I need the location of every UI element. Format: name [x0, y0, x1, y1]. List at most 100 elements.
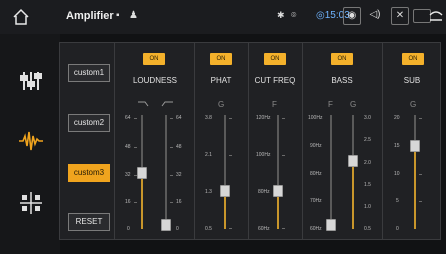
phat-tick: 1.3	[205, 189, 212, 195]
location-icon: ⌾	[291, 10, 297, 20]
bass-gain-tick: 1.0	[364, 204, 371, 210]
bass-gain-fill	[352, 161, 354, 229]
bass-gain-tick: 1.5	[364, 182, 371, 188]
equalizer-sliders-icon[interactable]	[18, 68, 44, 94]
scale-mark	[282, 228, 285, 229]
loudness-on-button[interactable]: ON	[143, 53, 165, 65]
loudness-tick: 48	[125, 144, 131, 150]
loudness-tick: 0	[127, 226, 130, 232]
message-icon: ▪	[116, 10, 120, 21]
cutfreq-tick: 60Hz	[258, 226, 270, 232]
android-icon: ♟	[129, 10, 138, 21]
phat-tick: 0.5	[205, 226, 212, 232]
scale-mark	[419, 118, 422, 119]
divider	[382, 43, 383, 239]
divider	[302, 43, 303, 239]
bass-on-button[interactable]: ON	[331, 53, 353, 65]
divider	[248, 43, 249, 239]
loudness-tick: 64	[176, 115, 182, 121]
phat-gain-label: G	[218, 100, 225, 109]
sub-on-button[interactable]: ON	[402, 53, 424, 65]
bass-title: BASS	[331, 76, 353, 85]
preset-custom3-button[interactable]: custom3	[68, 164, 110, 182]
scale-mark	[282, 155, 285, 156]
top-bar: Amplifier ▪ ♟ ✱ ⌾ ◎15:03 ◉ ◁) ✕	[0, 0, 446, 34]
phat-tick: 2.1	[205, 152, 212, 158]
bass-gain-tick: 3.0	[364, 115, 371, 121]
loudness-tick: 32	[125, 172, 131, 178]
bass-gain-slider-thumb[interactable]	[348, 155, 358, 167]
phat-on-button[interactable]: ON	[210, 53, 232, 65]
app-title: Amplifier	[66, 10, 114, 22]
bass-gain-label: G	[350, 100, 357, 109]
cutfreq-tick: 100Hz	[256, 152, 271, 158]
bass-frequency-label: F	[328, 100, 333, 109]
cutfreq-tick: 80Hz	[258, 189, 270, 195]
preset-custom2-button[interactable]: custom2	[68, 114, 110, 132]
sub-tick: 10	[394, 171, 400, 177]
bass-freq-tick: 80Hz	[310, 171, 322, 177]
sub-tick: 0	[396, 226, 399, 232]
phat-slider-thumb[interactable]	[220, 185, 230, 197]
scale-mark	[134, 175, 137, 176]
bluetooth-icon: ✱	[277, 10, 285, 20]
bass-freq-tick: 70Hz	[310, 198, 322, 204]
volume-icon[interactable]: ◁)	[366, 7, 384, 25]
sub-tick: 20	[394, 115, 400, 121]
cutfreq-title: CUT FREQ	[254, 76, 296, 85]
preset-custom1-button[interactable]: custom1	[68, 64, 110, 82]
loudness-right-slider-thumb[interactable]	[161, 219, 171, 231]
scale-mark	[170, 118, 173, 119]
scale-mark	[170, 202, 173, 203]
divider	[114, 43, 115, 239]
scale-mark	[229, 228, 232, 229]
cutfreq-on-button[interactable]: ON	[264, 53, 286, 65]
loudness-right-track	[165, 115, 167, 229]
sub-fill	[414, 149, 416, 229]
loudness-title: LOUDNESS	[132, 76, 177, 85]
close-window-icon[interactable]: ✕	[391, 7, 409, 25]
phat-title: PHAT	[210, 76, 232, 85]
loudness-left-slider-thumb[interactable]	[137, 167, 147, 179]
scale-mark	[134, 147, 137, 148]
scale-mark	[229, 118, 232, 119]
cutfreq-slider-thumb[interactable]	[273, 185, 283, 197]
bass-freq-tick: 90Hz	[310, 143, 322, 149]
bass-freq-slider-thumb[interactable]	[326, 219, 336, 231]
phat-tick: 3.8	[205, 115, 212, 121]
scale-mark	[134, 118, 137, 119]
sidebar	[0, 34, 60, 254]
home-icon[interactable]	[12, 8, 30, 26]
reset-button[interactable]: RESET	[68, 213, 110, 231]
sub-tick: 15	[394, 143, 400, 149]
bass-gain-tick: 2.5	[364, 137, 371, 143]
bass-gain-tick: 2.0	[364, 160, 371, 166]
scale-mark	[419, 201, 422, 202]
waveform-icon[interactable]	[18, 128, 44, 154]
loudness-tick: 64	[125, 115, 131, 121]
scale-mark	[419, 174, 422, 175]
bass-gain-tick: 0.5	[364, 226, 371, 232]
speaker-balance-icon[interactable]	[18, 190, 44, 216]
scale-mark	[170, 147, 173, 148]
scale-mark	[134, 202, 137, 203]
scale-mark	[282, 118, 285, 119]
screenshot-icon[interactable]: ◉	[343, 7, 361, 25]
sub-title: SUB	[403, 76, 421, 85]
sub-tick: 5	[396, 198, 399, 204]
back-icon[interactable]	[428, 9, 444, 25]
bass-freq-tick: 60Hz	[310, 226, 322, 232]
sub-gain-label: G	[410, 100, 417, 109]
loudness-tick: 16	[176, 199, 182, 205]
loudness-tick: 48	[176, 144, 182, 150]
loudness-curve-icons	[138, 101, 173, 107]
cutfreq-frequency-label: F	[272, 100, 277, 109]
amplifier-panel: custom1 custom2 custom3 RESET ON LOUDNES…	[59, 42, 441, 240]
scale-mark	[170, 175, 173, 176]
loudness-tick: 16	[125, 199, 131, 205]
divider	[194, 43, 195, 239]
sub-slider-thumb[interactable]	[410, 140, 420, 152]
bass-freq-tick: 100Hz	[308, 115, 323, 121]
cutfreq-tick: 120Hz	[256, 115, 271, 121]
bass-freq-track	[330, 115, 332, 229]
